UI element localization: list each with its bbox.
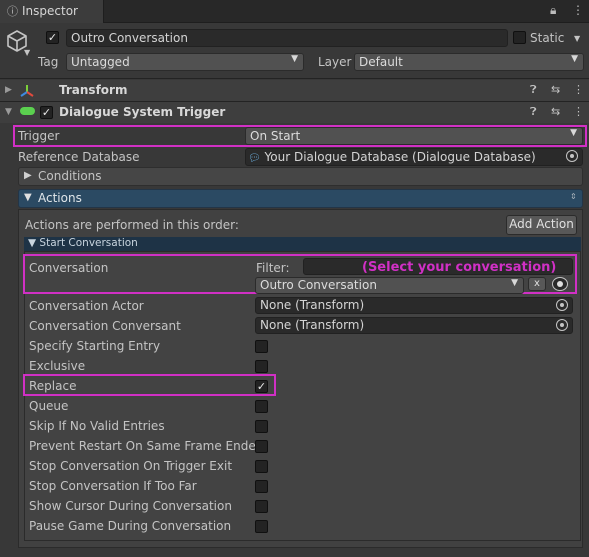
kebab-menu-icon[interactable]: ⋮: [573, 105, 584, 118]
conditions-label: Conditions: [38, 169, 102, 183]
toggle-label: Stop Conversation If Too Far: [29, 479, 197, 493]
actions-order-text: Actions are performed in this order:: [25, 218, 239, 232]
chevron-down-icon: ▼: [291, 54, 298, 64]
conversation-picker-icon[interactable]: [552, 277, 568, 291]
tag-value: Untagged: [71, 55, 130, 69]
trigger-label: Trigger: [18, 129, 60, 143]
static-checkbox[interactable]: [513, 31, 526, 44]
tag-dropdown[interactable]: Untagged ▼: [66, 53, 304, 71]
toggle-checkbox[interactable]: [255, 420, 268, 433]
transform-title: Transform: [59, 83, 128, 97]
start-conversation-panel: [24, 251, 581, 541]
transform-axes-icon: [20, 85, 34, 97]
preset-sliders-icon[interactable]: ⇆: [551, 105, 560, 118]
reference-database-label: Reference Database: [18, 150, 140, 164]
conversation-conversant-label: Conversation Conversant: [29, 319, 181, 333]
toggle-label: Exclusive: [29, 359, 86, 373]
toggle-checkbox[interactable]: [255, 460, 268, 473]
dialogue-trigger-title: Dialogue System Trigger: [59, 105, 226, 119]
foldout-right-icon: ▶: [24, 170, 32, 181]
reference-database-field[interactable]: 💬︎ Your Dialogue Database (Dialogue Data…: [245, 148, 583, 166]
chevron-down-icon[interactable]: ▼: [24, 48, 30, 57]
object-picker-icon[interactable]: [556, 299, 568, 311]
conversation-conversant-value: None (Transform): [260, 318, 365, 332]
info-icon: ⓘ: [7, 5, 18, 18]
transform-header[interactable]: ▶ Transform ❓︎ ⇆ ⋮: [0, 80, 589, 101]
toggle-checkbox[interactable]: [255, 400, 268, 413]
add-action-button[interactable]: Add Action: [506, 215, 577, 235]
conversation-label: Conversation: [29, 261, 109, 275]
toggle-checkbox[interactable]: [255, 480, 268, 493]
toggle-label: Prevent Restart On Same Frame Ended: [29, 439, 264, 453]
preset-sliders-icon[interactable]: ⇆: [551, 83, 560, 96]
foldout-down-icon: ▼: [24, 192, 32, 203]
chevron-down-icon: ▼: [511, 278, 518, 288]
toggle-checkbox[interactable]: [255, 340, 268, 353]
toggle-checkbox[interactable]: [255, 360, 268, 373]
filter-label: Filter:: [256, 261, 290, 275]
conversation-actor-field[interactable]: None (Transform): [255, 297, 573, 314]
object-picker-icon[interactable]: [566, 150, 578, 162]
start-conversation-header[interactable]: ▼ Start Conversation: [24, 237, 581, 251]
toggle-checkbox[interactable]: [255, 440, 268, 453]
layer-label: Layer: [318, 55, 352, 69]
select-conversation-callout: (Select your conversation): [362, 260, 557, 275]
tag-label: Tag: [38, 55, 59, 69]
conversation-conversant-field[interactable]: None (Transform): [255, 317, 573, 334]
conversation-dropdown[interactable]: Outro Conversation ▼: [255, 277, 524, 294]
divider: [0, 78, 589, 79]
active-checkbox[interactable]: ✓: [46, 31, 59, 44]
tab-inspector[interactable]: ⓘ Inspector: [0, 0, 104, 23]
conversation-actor-value: None (Transform): [260, 298, 365, 312]
toggle-label: Specify Starting Entry: [29, 339, 161, 353]
help-icon[interactable]: ❓︎: [530, 83, 537, 97]
toggle-label: Queue: [29, 399, 69, 413]
conversation-actor-label: Conversation Actor: [29, 299, 144, 313]
kebab-menu-icon[interactable]: ⋮: [573, 83, 584, 96]
toggle-label: Show Cursor During Conversation: [29, 499, 232, 513]
tab-bar: ⓘ Inspector 🔒︎ ⋮: [0, 0, 589, 23]
conditions-foldout[interactable]: ▶ Conditions: [18, 167, 583, 186]
start-conversation-title: Start Conversation: [39, 237, 138, 249]
trigger-dropdown[interactable]: On Start ▼: [245, 127, 583, 145]
database-icon: 💬︎: [248, 153, 261, 164]
toggle-label: Stop Conversation On Trigger Exit: [29, 459, 233, 473]
object-name-field[interactable]: Outro Conversation: [66, 29, 508, 47]
dialogue-trigger-header[interactable]: ▼ ✓ Dialogue System Trigger ❓︎ ⇆ ⋮: [0, 102, 589, 123]
dialogue-trigger-icon: [20, 107, 35, 115]
component-enabled-checkbox[interactable]: ✓: [40, 106, 53, 119]
toggle-checkbox[interactable]: [255, 520, 268, 533]
chevron-down-icon: ▼: [571, 54, 578, 64]
sort-arrows-icon: ⇕: [570, 192, 577, 201]
help-icon[interactable]: ❓︎: [530, 105, 537, 119]
foldout-right-icon[interactable]: ▶: [5, 85, 12, 95]
toggle-label: Pause Game During Conversation: [29, 519, 232, 533]
reference-database-value: Your Dialogue Database (Dialogue Databas…: [264, 150, 536, 164]
kebab-menu-icon[interactable]: ⋮: [572, 3, 584, 17]
trigger-value: On Start: [250, 129, 301, 143]
foldout-down-icon[interactable]: ▼: [5, 107, 12, 117]
actions-foldout[interactable]: ▼ Actions ⇕: [18, 189, 583, 208]
toggle-checkbox[interactable]: ✓: [255, 380, 268, 393]
object-picker-icon[interactable]: [556, 319, 568, 331]
lock-icon[interactable]: 🔒︎: [550, 3, 556, 18]
toggle-label: Replace: [29, 379, 77, 393]
conversation-value: Outro Conversation: [260, 278, 377, 292]
toggle-checkbox[interactable]: [255, 500, 268, 513]
foldout-down-icon: ▼: [28, 237, 37, 249]
tab-label: Inspector: [22, 4, 78, 18]
actions-label: Actions: [38, 191, 82, 205]
static-dropdown-icon[interactable]: ▼: [574, 34, 580, 43]
toggle-label: Skip If No Valid Entries: [29, 419, 165, 433]
static-label: Static: [530, 31, 565, 45]
clear-conversation-button[interactable]: x: [528, 277, 546, 291]
layer-dropdown[interactable]: Default ▼: [354, 53, 584, 71]
chevron-down-icon: ▼: [570, 128, 577, 138]
layer-value: Default: [359, 55, 403, 69]
